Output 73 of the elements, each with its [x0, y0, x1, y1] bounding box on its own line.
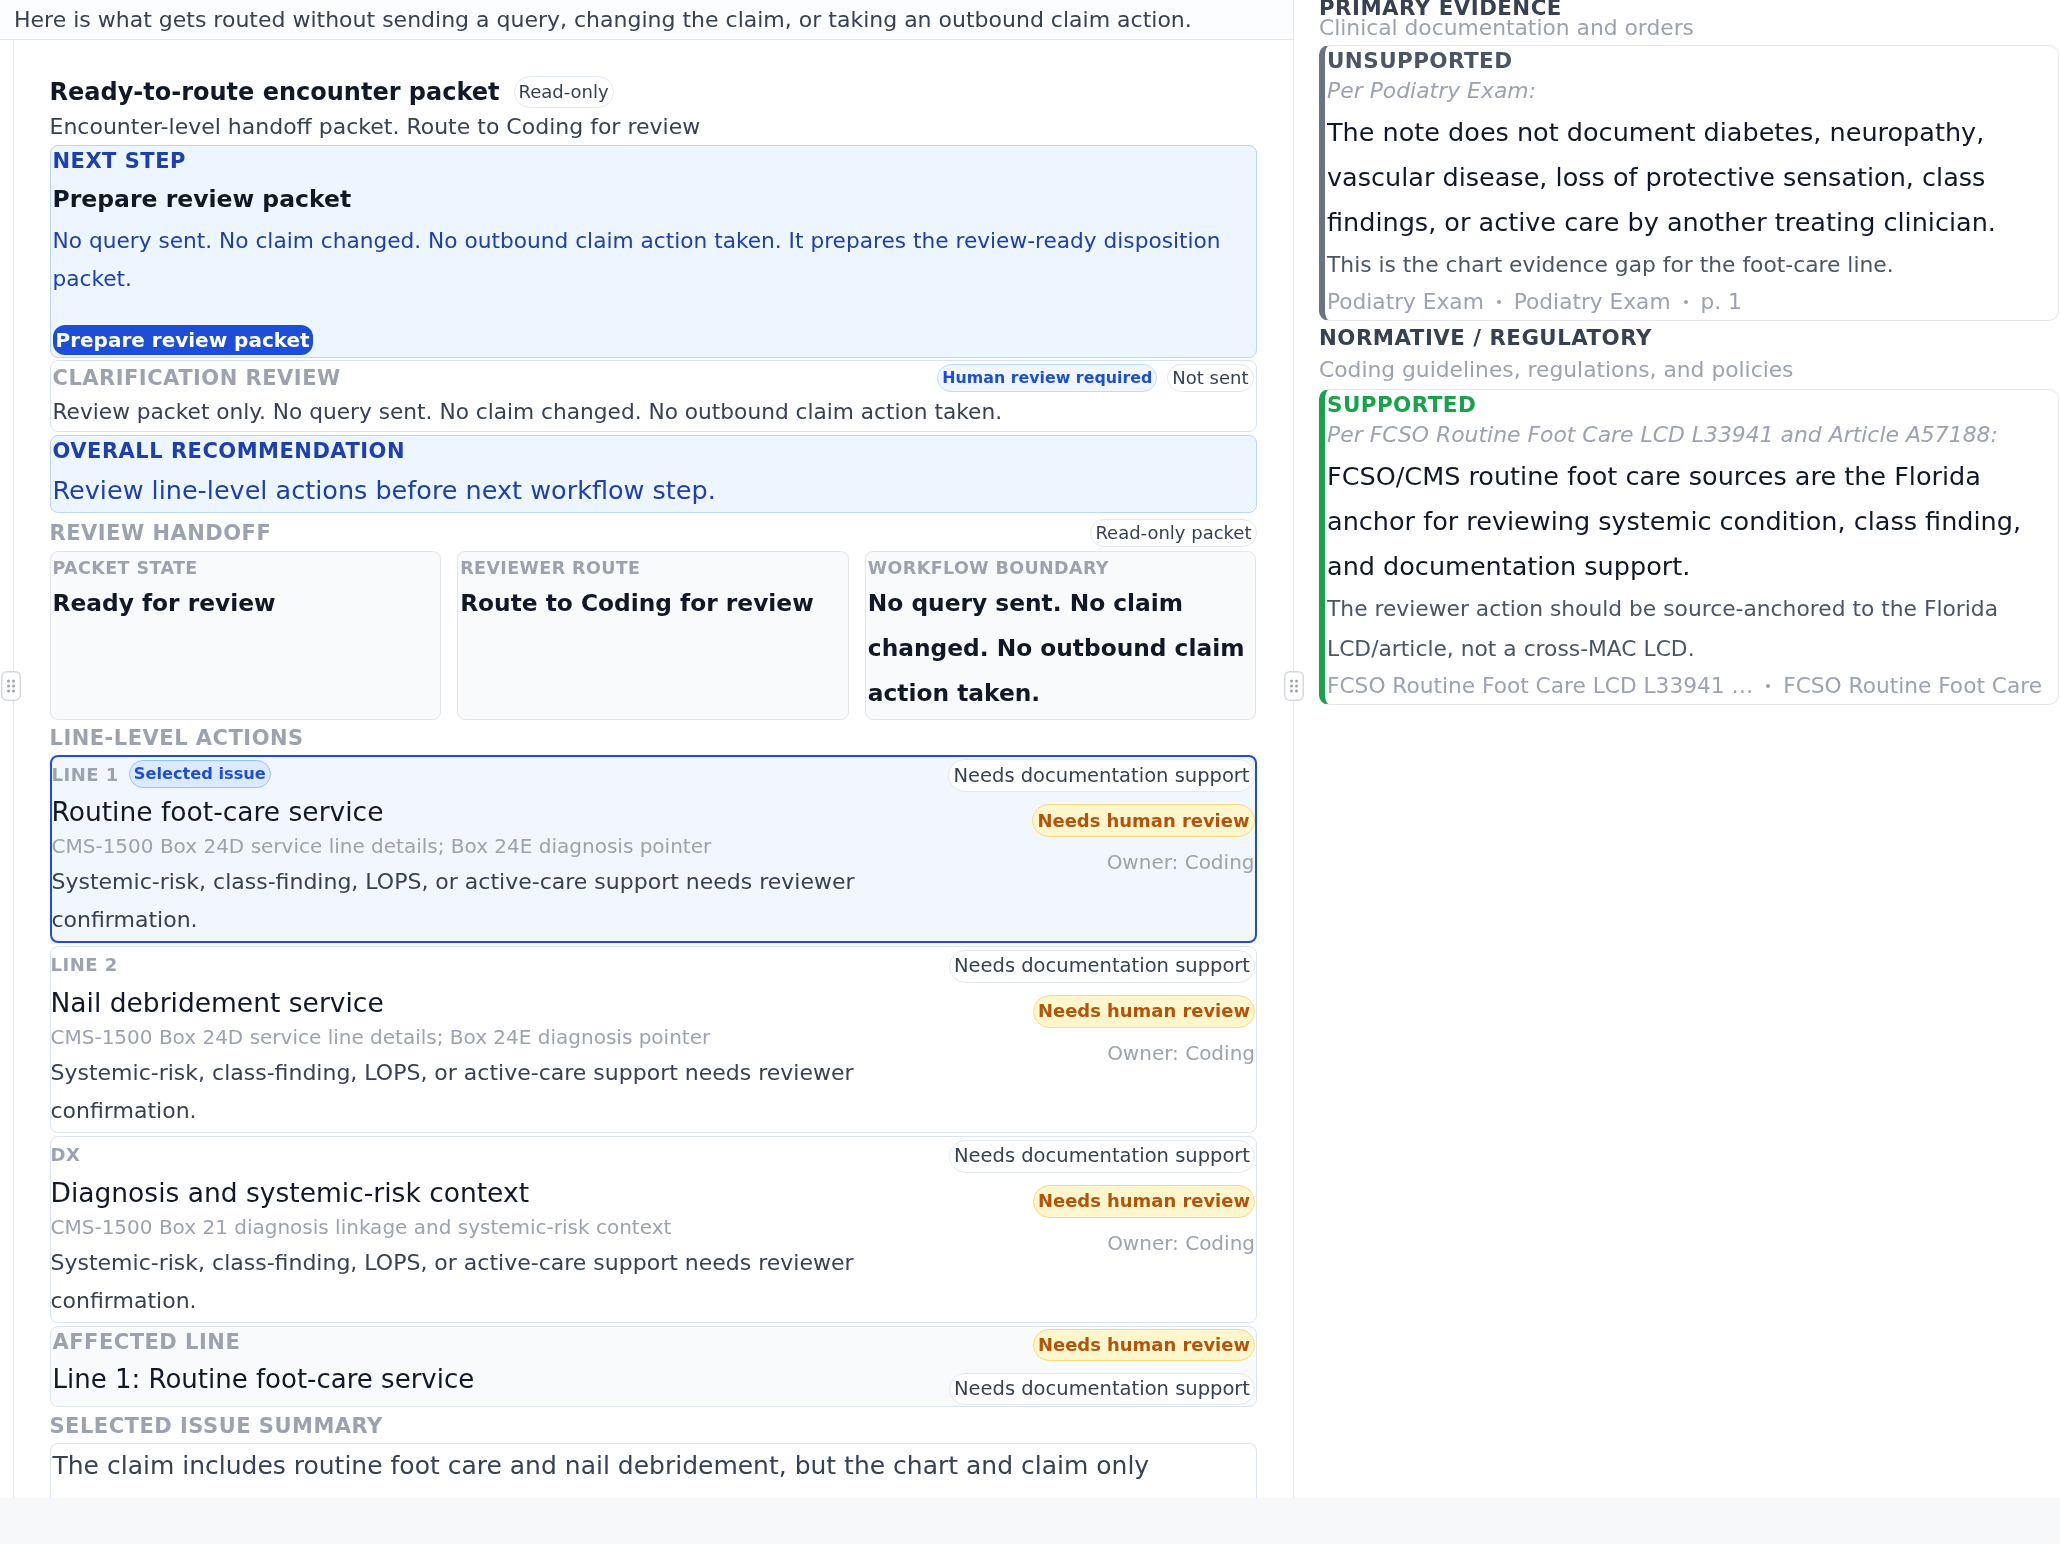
line-label: DX	[50, 1144, 81, 1165]
source-label: Podiatry Exam	[1513, 288, 1671, 316]
card-value: No query sent. No claim changed. No outbound claim action taken.	[867, 588, 1246, 708]
selected-issue-badge: Selected issue	[128, 760, 271, 788]
line-label: LINE 2	[50, 954, 118, 975]
section-label: CLARIFICATION REVIEW	[52, 366, 341, 390]
evidence-note: This is the chart evidence gap for the foot-care line.	[1327, 251, 1895, 279]
status-badge: Human review required	[937, 364, 1158, 392]
line-note: Systemic-risk, class-finding, LOPS, or active-care support needs reviewer confirmation.	[50, 1058, 855, 1125]
status-badge: Needs documentation support	[948, 759, 1255, 792]
line-note: Systemic-risk, class-finding, LOPS, or active-care support needs reviewer confirmation.	[51, 868, 856, 934]
finding-text: The note does not document diabetes, neuropathy, vascular disease, loss of protective sensation, class findings, or active care by another treating clinician.	[1327, 116, 1997, 239]
card-label: PACKET STATE	[52, 558, 199, 578]
owner-label: Owner: Coding	[1107, 1039, 1255, 1066]
separator-dot-icon	[1683, 300, 1688, 304]
status-badge: Needs documentation support	[948, 949, 1255, 983]
line-title: Diagnosis and systemic-risk context	[50, 1176, 531, 1209]
separator-dot-icon	[1496, 300, 1501, 304]
line-label: LINE 1	[51, 763, 119, 785]
status-badge: Needs human review	[1032, 994, 1255, 1028]
line-title: Nail debridement service	[50, 986, 385, 1019]
verdict-label: SUPPORTED	[1327, 392, 1478, 418]
summary-text: The claim includes routine foot care and nail debridement, but the chart and claim only	[52, 1450, 1151, 1482]
separator-dot-icon	[1766, 684, 1771, 688]
clarification-text: Review packet only. No query sent. No claim changed. No outbound claim action taken.	[52, 398, 1004, 426]
section-heading: NORMATIVE / REGULATORY	[1319, 325, 1653, 351]
card-value: Route to Coding for review	[460, 588, 815, 618]
owner-label: Owner: Coding	[1107, 1229, 1255, 1256]
status-badge: Needs documentation support	[948, 1372, 1255, 1405]
section-label: REVIEW HANDOFF	[49, 521, 272, 545]
section-label: OVERALL RECOMMENDATION	[52, 439, 406, 463]
next-step-text: No query sent. No claim changed. No outbound claim action taken. It prepares the review-ready disposition packet.	[52, 227, 1222, 293]
owner-label: Owner: Coding	[1106, 849, 1255, 875]
card-label: WORKFLOW BOUNDARY	[867, 558, 1110, 578]
card-value: Ready for review	[52, 588, 277, 618]
section-label: NEXT STEP	[52, 149, 187, 173]
recommendation-text: Review line-level actions before next workflow step.	[52, 474, 717, 507]
status-badge: Needs human review	[1032, 804, 1255, 837]
source-label: FCSO Routine Foot Care	[1783, 672, 2043, 700]
form-reference: CMS-1500 Box 24D service line details; Box 24E diagnosis pointer	[51, 833, 713, 859]
status-badge: Needs documentation support	[948, 1139, 1255, 1173]
packet-subtitle: Encounter-level handoff packet. Route to Coding for review	[49, 113, 702, 141]
evidence-note: The reviewer action should be source-anchored to the Florida LCD/article, not a cross-MAC LCD.	[1327, 595, 2000, 663]
card-label: REVIEWER ROUTE	[460, 558, 642, 578]
drag-handle-icon[interactable]	[1284, 671, 1304, 701]
status-badge: Needs human review	[1032, 1328, 1255, 1361]
intro-text: Here is what gets routed without sending a query, changing the claim, or taking an outbound claim action.	[14, 7, 1192, 32]
packet-title: Ready-to-route encounter packet	[49, 78, 500, 106]
line-item-card[interactable]	[49, 755, 1257, 943]
section-subheading: Coding guidelines, regulations, and policies	[1319, 357, 1795, 383]
section-label: SELECTED ISSUE SUMMARY	[49, 1414, 384, 1438]
source-label: p. 1	[1700, 288, 1742, 316]
form-reference: CMS-1500 Box 21 diagnosis linkage and systemic-risk context	[50, 1213, 673, 1240]
verdict-label: UNSUPPORTED	[1327, 48, 1514, 74]
prepare-packet-button[interactable]: Prepare review packet	[52, 325, 313, 355]
section-subheading: Clinical documentation and orders	[1319, 16, 1695, 40]
citation-text: Per FCSO Routine Foot Care LCD L33941 and Article A57188:	[1327, 421, 1999, 449]
affected-line-title: Line 1: Routine foot-care service	[52, 1362, 475, 1396]
source-label: Podiatry Exam	[1327, 288, 1484, 316]
source-label: FCSO Routine Foot Care LCD L33941 …	[1327, 672, 1754, 700]
next-step-title: Prepare review packet	[52, 184, 353, 215]
form-reference: CMS-1500 Box 24D service line details; Box 24E diagnosis pointer	[50, 1023, 712, 1050]
read-only-badge: Read-only	[513, 76, 614, 108]
status-badge: Needs human review	[1032, 1184, 1255, 1218]
read-only-badge: Read-only packet	[1090, 519, 1257, 547]
section-label: LINE-LEVEL ACTIONS	[49, 726, 305, 750]
section-label: AFFECTED LINE	[52, 1328, 242, 1355]
line-note: Systemic-risk, class-finding, LOPS, or active-care support needs reviewer confirmation.	[50, 1248, 855, 1315]
drag-handle-icon[interactable]	[1, 671, 21, 701]
citation-text: Per Podiatry Exam:	[1327, 77, 1537, 105]
finding-text: FCSO/CMS routine foot care sources are the Florida anchor for reviewing systemic condition, class finding, and documentation support.	[1327, 460, 2023, 583]
line-title: Routine foot-care service	[51, 796, 385, 828]
status-badge: Not sent	[1167, 364, 1254, 392]
